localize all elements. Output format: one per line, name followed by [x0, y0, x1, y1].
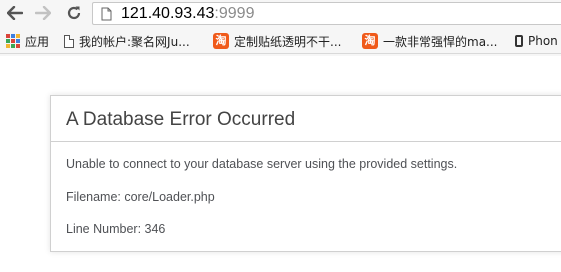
bookmark-phone[interactable]: Phon [515, 31, 558, 51]
bookmark-sticker[interactable]: 淘 定制贴纸透明不干... [213, 31, 341, 51]
url-host: 121.40.93.43 [121, 5, 215, 22]
taobao-icon: 淘 [362, 33, 378, 49]
arrow-left-icon [7, 6, 23, 20]
back-button[interactable] [4, 3, 26, 23]
error-message: Unable to connect to your database serve… [66, 157, 458, 171]
bookmark-apps[interactable]: 应用 [6, 31, 49, 51]
url-text: 121.40.93.43:9999 [121, 5, 254, 23]
forward-button[interactable] [32, 3, 54, 23]
divider [51, 141, 561, 142]
bookmark-label: Phon [528, 34, 558, 48]
reload-icon [67, 6, 81, 20]
bookmarks-bar: 应用 我的帐户:聚名网Ju... 淘 定制贴纸透明不干... 淘 一款非常强悍的… [0, 28, 561, 54]
page-icon [64, 34, 74, 48]
bookmark-label: 一款非常强悍的ma... [383, 34, 498, 49]
apps-grid-icon [6, 34, 20, 48]
address-bar[interactable]: 121.40.93.43:9999 [92, 2, 561, 25]
browser-toolbar: 121.40.93.43:9999 [0, 0, 561, 27]
taobao-icon: 淘 [213, 33, 229, 49]
browser-chrome: 121.40.93.43:9999 应用 我的帐户:聚名网Ju... 淘 定制贴… [0, 0, 561, 56]
database-error-panel: A Database Error Occurred Unable to conn… [50, 95, 561, 252]
arrow-right-icon [35, 6, 51, 20]
error-line-number: Line Number: 346 [66, 222, 166, 236]
bookmark-ma[interactable]: 淘 一款非常强悍的ma... [362, 31, 498, 51]
url-port: :9999 [214, 5, 255, 22]
bookmark-label: 应用 [25, 34, 50, 49]
error-filename: Filename: core/Loader.php [66, 190, 215, 204]
bookmark-juming-account[interactable]: 我的帐户:聚名网Ju... [64, 31, 190, 51]
bookmark-label: 定制贴纸透明不干... [234, 34, 342, 49]
phone-icon [515, 35, 523, 47]
bookmark-label: 我的帐户:聚名网Ju... [79, 34, 190, 49]
page-icon [101, 7, 112, 21]
reload-button[interactable] [63, 3, 85, 23]
error-title: A Database Error Occurred [66, 109, 296, 130]
